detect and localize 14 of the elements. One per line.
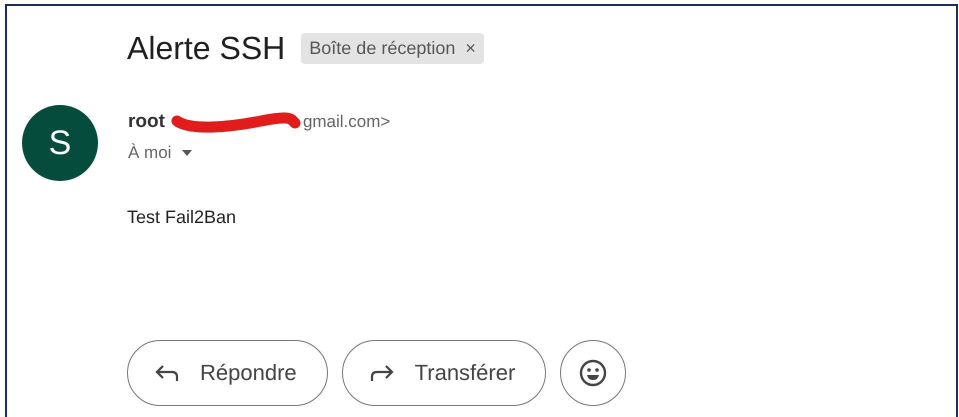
sender-email: gmail.com> [302,112,390,132]
chip-label: Boîte de réception [309,38,456,59]
recipient-dropdown[interactable]: À moi [128,143,194,163]
forward-arrow-icon [368,362,395,384]
avatar: S [22,105,98,181]
smiley-icon [578,358,608,388]
reply-button[interactable]: Répondre [127,340,328,406]
remove-label-button[interactable]: × [465,38,476,59]
reply-arrow-icon [154,362,180,384]
sender-name: root [128,111,165,133]
email-body: Test Fail2Ban [127,207,238,228]
email-subject: Alerte SSH [127,30,286,67]
caret-icon [181,149,194,157]
forward-button[interactable]: Transférer [342,340,546,406]
